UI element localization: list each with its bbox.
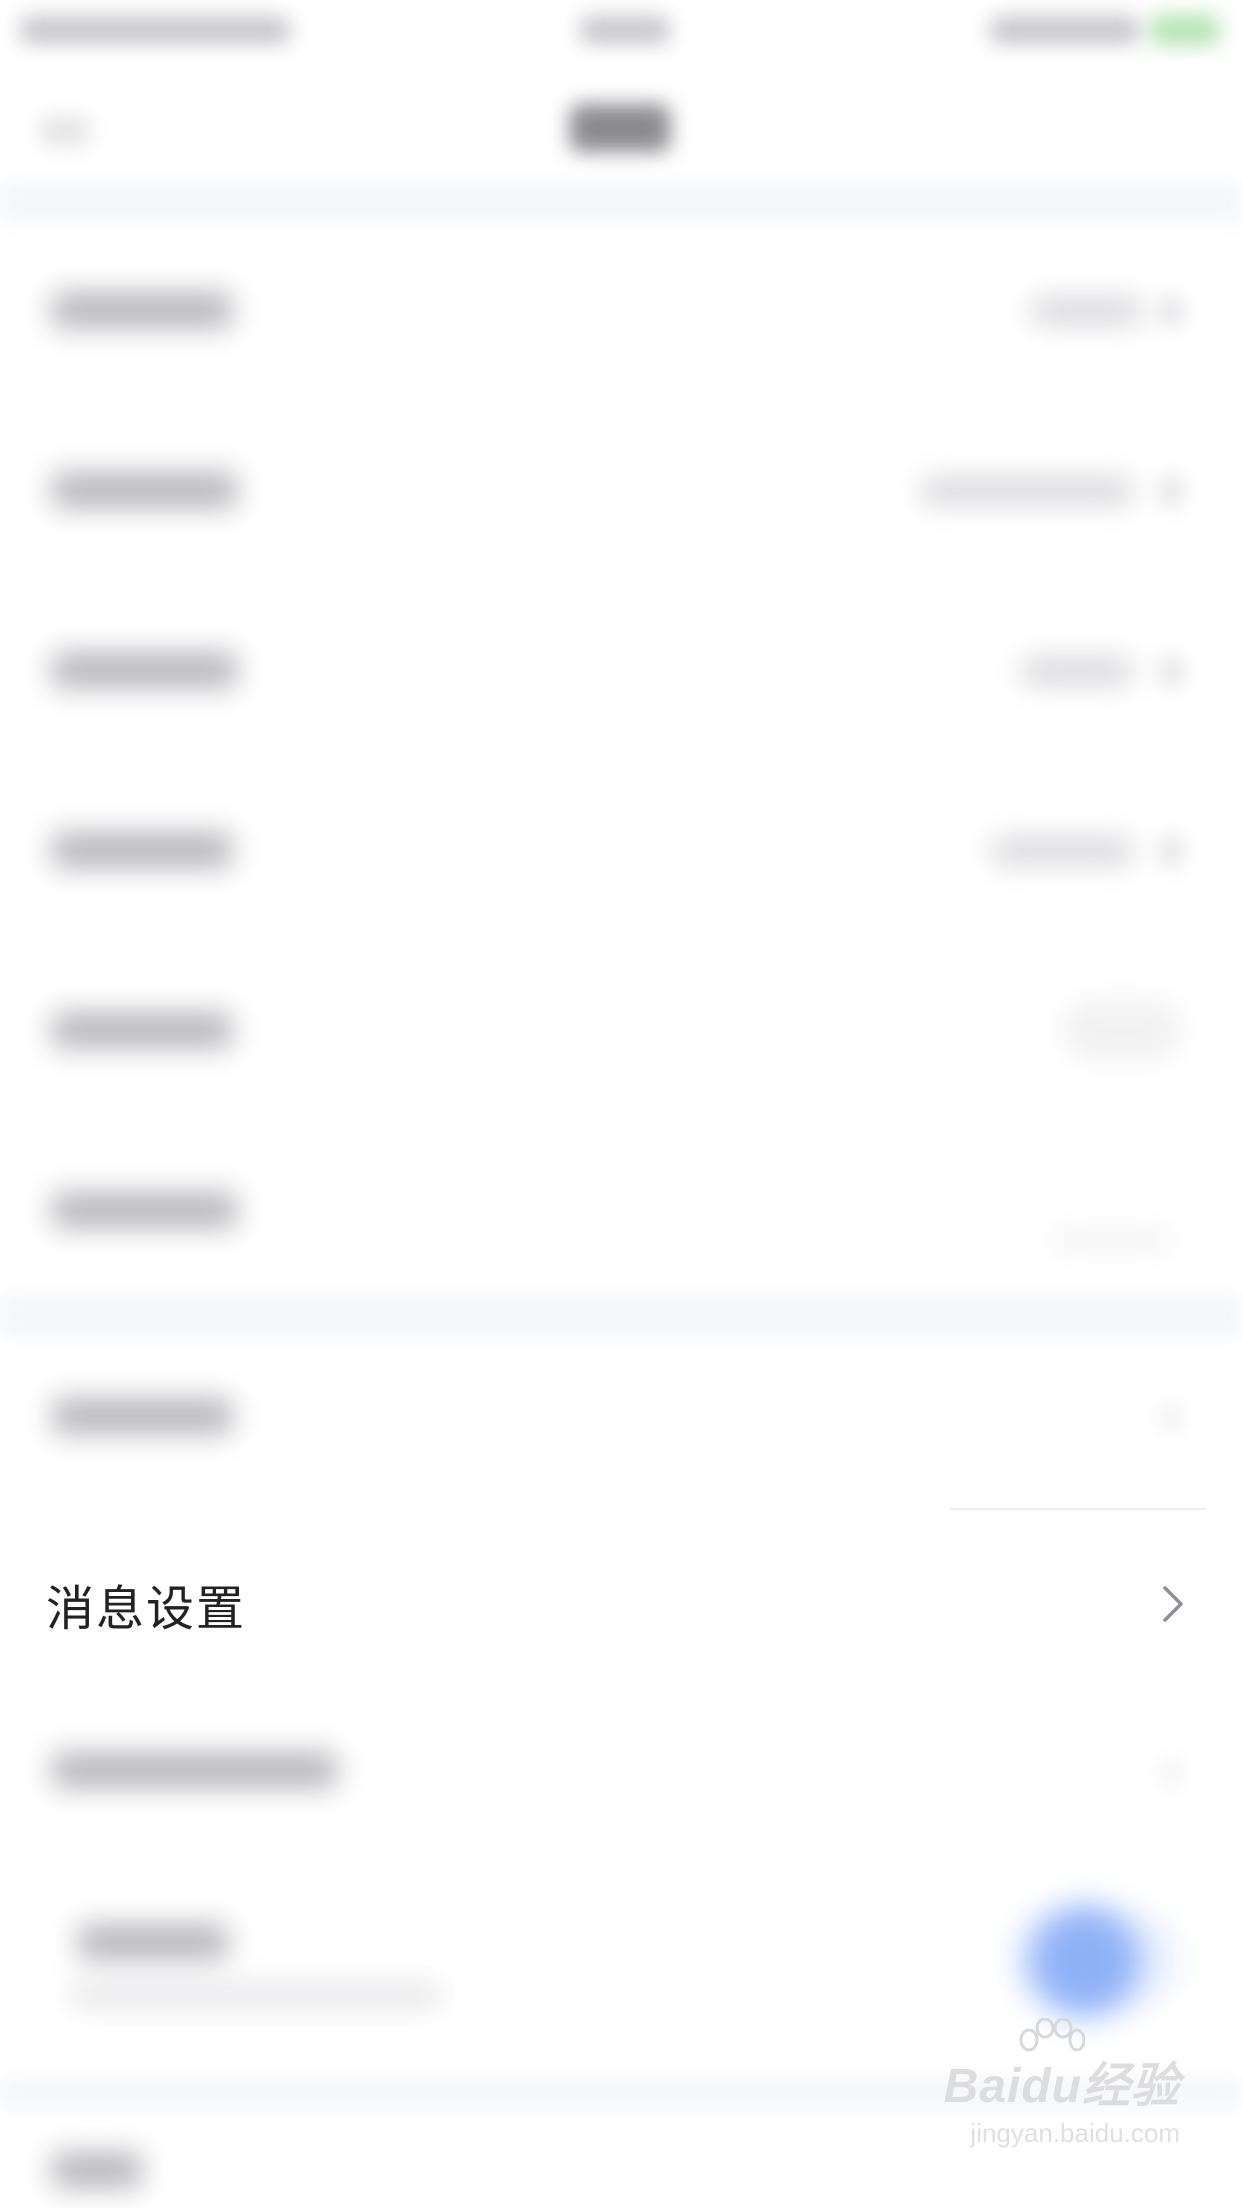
message-settings-label: 消息设置 xyxy=(46,1581,247,1637)
status-carrier-blur xyxy=(20,16,290,44)
row-title-blur xyxy=(52,1398,232,1434)
battery-icon xyxy=(1150,14,1220,46)
status-time-blur xyxy=(580,16,670,44)
row-subtitle-blur xyxy=(70,1984,440,2006)
chevron-right-icon xyxy=(1160,836,1182,866)
nav-bar xyxy=(0,60,1242,180)
chevron-right-icon xyxy=(1163,1586,1183,1622)
message-settings-row[interactable]: 消息设置 xyxy=(0,1512,1242,1696)
status-battery-blur xyxy=(990,16,1140,44)
avatar xyxy=(1062,1000,1182,1060)
watermark: Baidu经验 jingyan.baidu.com xyxy=(940,2018,1180,2166)
row-title-blur xyxy=(52,1192,237,1228)
section-gap-top xyxy=(0,180,1242,224)
row-value-blur xyxy=(1032,298,1142,324)
row-value-blur xyxy=(922,478,1132,504)
row-title-blur xyxy=(52,472,237,508)
settings-row-5[interactable] xyxy=(0,940,1242,1120)
watermark-url: jingyan.baidu.com xyxy=(970,2118,1180,2148)
row-value-blur xyxy=(992,838,1132,864)
paw-icon xyxy=(1019,2018,1085,2052)
back-icon[interactable] xyxy=(40,116,90,146)
settings-row-6[interactable] xyxy=(0,1120,1242,1300)
settings-screen: 消息设置 Baidu经验 jingyan.baidu.com xyxy=(0,0,1242,2208)
settings-row-4[interactable] xyxy=(0,760,1242,940)
row-value-blur xyxy=(1022,658,1132,684)
row-title-blur xyxy=(52,832,232,868)
row-title-blur xyxy=(52,652,237,688)
chevron-right-icon xyxy=(1160,656,1182,686)
settings-row-9[interactable] xyxy=(0,1692,1242,1872)
chevron-right-icon xyxy=(1160,296,1182,326)
row-title-blur xyxy=(52,1752,337,1788)
row-divider xyxy=(950,1508,1206,1510)
status-bar xyxy=(0,0,1242,60)
page-title-blur xyxy=(570,104,670,152)
toggle-switch[interactable] xyxy=(1030,1906,1140,2016)
row-value-blur xyxy=(1052,1230,1172,1250)
row-title-blur xyxy=(52,1012,232,1048)
settings-row-7[interactable] xyxy=(0,1332,1242,1512)
row-title-blur xyxy=(52,2152,142,2188)
settings-row-3[interactable] xyxy=(0,580,1242,760)
settings-row-1[interactable] xyxy=(0,220,1242,400)
chevron-right-icon xyxy=(1160,1758,1182,1788)
settings-row-2[interactable] xyxy=(0,400,1242,580)
row-title-blur xyxy=(78,1924,228,1960)
chevron-right-icon xyxy=(1160,1402,1182,1432)
chevron-right-icon xyxy=(1160,476,1182,506)
row-title-blur xyxy=(52,292,232,328)
